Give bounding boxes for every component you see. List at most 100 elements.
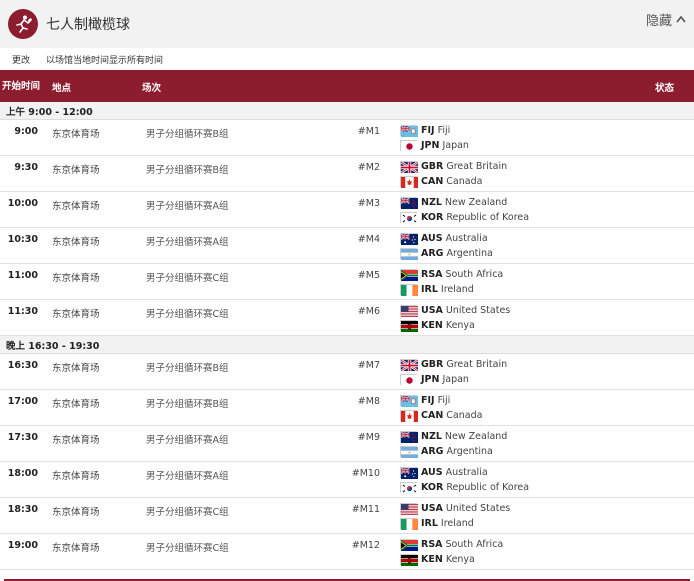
team-name: Republic of Korea [446, 211, 530, 223]
match-event: 男子分组循环赛C组 [146, 507, 229, 518]
table-row[interactable]: 18:00 东京体育场 男子分组循环赛A组 #M10 AUS Australia KOR Re… [0, 462, 694, 498]
table-row[interactable]: 17:00 东京体育场 男子分组循环赛B组 #M8 FIJ Fiji CAN Canada [0, 390, 694, 426]
table-row[interactable]: 11:00 东京体育场 男子分组循环赛C组 #M5 RSA South Africa IRL… [0, 264, 694, 300]
match-venue: 东京体育场 [52, 543, 100, 554]
table-row[interactable]: 9:00 东京体育场 男子分组循环赛B组 #M1 FIJ Fiji JPN Japan [0, 120, 694, 156]
team-code: JPN [421, 139, 440, 151]
column-header-status: 状态 [654, 83, 674, 94]
match-time: 18:30 [7, 504, 38, 515]
team-away: KOR Republic of Korea [400, 480, 529, 494]
table-row[interactable]: 10:30 东京体育场 男子分组循环赛A组 #M4 AUS Australia ARG Arg… [0, 228, 694, 264]
timezone-note: 以场馆当地时间显示所有时间 [46, 55, 164, 66]
team-code: RSA [421, 538, 443, 550]
flag-kor-icon [400, 211, 418, 224]
flag-ken-icon [400, 319, 418, 332]
match-event: 男子分组循环赛B组 [146, 363, 229, 374]
team-name: Fiji [437, 394, 451, 406]
match-event: 男子分组循环赛A组 [146, 435, 229, 446]
team-home: GBR Great Britain [400, 159, 507, 173]
flag-jpn-icon [400, 373, 418, 386]
team-code: CAN [421, 409, 444, 421]
team-code: AUS [421, 466, 443, 478]
team-name: New Zealand [444, 430, 508, 442]
flag-rsa-icon [400, 268, 418, 281]
team-away: ARG Argentina [400, 246, 493, 260]
team-name: Canada [446, 409, 483, 421]
flag-aus-icon [400, 466, 418, 479]
team-code: FIJ [421, 124, 435, 136]
team-away: IRL Ireland [400, 516, 474, 530]
match-event: 男子分组循环赛B组 [146, 399, 229, 410]
team-home: FIJ Fiji [400, 393, 450, 407]
team-code: CAN [421, 175, 444, 187]
match-venue: 东京体育场 [52, 363, 100, 374]
team-name: Great Britain [446, 358, 508, 370]
flag-kor-icon [400, 481, 418, 494]
match-event: 男子分组循环赛A组 [146, 471, 229, 482]
match-number: #M2 [357, 162, 380, 173]
team-away: CAN Canada [400, 174, 482, 188]
column-header-event: 场次 [142, 83, 162, 94]
team-name: South Africa [445, 268, 504, 280]
timezone-bar: 更改 以场馆当地时间显示所有时间 [0, 48, 694, 70]
match-venue: 东京体育场 [52, 309, 100, 320]
team-code: KOR [421, 211, 444, 223]
match-number: #M3 [357, 198, 380, 209]
table-row[interactable]: 19:00 东京体育场 男子分组循环赛C组 #M12 RSA South Africa KE… [0, 534, 694, 570]
session-header: 晚上 16:30 - 19:30 [0, 336, 694, 354]
match-number: #M10 [351, 468, 380, 479]
match-number: #M8 [357, 396, 380, 407]
team-away: JPN Japan [400, 138, 469, 152]
match-venue: 东京体育场 [52, 435, 100, 446]
match-time: 10:30 [7, 234, 38, 245]
match-time: 19:00 [7, 540, 38, 551]
match-number: #M1 [357, 126, 380, 137]
team-home: USA United States [400, 501, 510, 515]
team-name: South Africa [445, 538, 504, 550]
flag-usa-icon [400, 502, 418, 515]
hide-button[interactable]: 隐藏 [646, 10, 686, 29]
match-venue: 东京体育场 [52, 165, 100, 176]
match-time: 17:00 [7, 396, 38, 407]
match-time: 11:00 [7, 270, 38, 281]
match-time: 17:30 [7, 432, 38, 443]
match-event: 男子分组循环赛A组 [146, 201, 229, 212]
team-home: GBR Great Britain [400, 357, 507, 371]
table-row[interactable]: 11:30 东京体育场 男子分组循环赛C组 #M6 USA United States KE… [0, 300, 694, 336]
team-name: Argentina [446, 247, 493, 259]
match-number: #M9 [357, 432, 380, 443]
team-home: RSA South Africa [400, 267, 503, 281]
team-code: GBR [421, 358, 444, 370]
match-number: #M12 [351, 540, 380, 551]
team-name: Fiji [437, 124, 451, 136]
team-away: KEN Kenya [400, 552, 475, 566]
table-row[interactable]: 17:30 东京体育场 男子分组循环赛A组 #M9 NZL New Zealand ARG A… [0, 426, 694, 462]
table-row[interactable]: 18:30 东京体育场 男子分组循环赛C组 #M11 USA United States I… [0, 498, 694, 534]
table-row[interactable]: 9:30 东京体育场 男子分组循环赛B组 #M2 GBR Great Britain CAN… [0, 156, 694, 192]
flag-gbr-icon [400, 160, 418, 173]
match-venue: 东京体育场 [52, 399, 100, 410]
flag-rsa-icon [400, 538, 418, 551]
flag-nzl-icon [400, 430, 418, 443]
match-venue: 东京体育场 [52, 129, 100, 140]
session-header: 上午 9:00 - 12:00 [0, 102, 694, 120]
table-row[interactable]: 10:00 东京体育场 男子分组循环赛A组 #M3 NZL New Zealand KOR R… [0, 192, 694, 228]
match-venue: 东京体育场 [52, 471, 100, 482]
match-event: 男子分组循环赛B组 [146, 165, 229, 176]
team-code: ARG [421, 247, 444, 259]
team-away: IRL Ireland [400, 282, 474, 296]
team-code: USA [421, 304, 443, 316]
flag-arg-icon [400, 247, 418, 260]
flag-fij-icon [400, 394, 418, 407]
team-code: AUS [421, 232, 443, 244]
match-number: #M5 [357, 270, 380, 281]
flag-fij-icon [400, 124, 418, 137]
change-timezone-link[interactable]: 更改 [12, 53, 30, 66]
schedule-page: 七人制橄榄球 隐藏 更改 以场馆当地时间显示所有时间 开始时间 地点 场次 状态… [0, 0, 694, 581]
chevron-up-icon [676, 13, 686, 26]
team-name: Republic of Korea [446, 481, 530, 493]
team-name: Ireland [440, 517, 474, 529]
flag-ken-icon [400, 553, 418, 566]
table-row[interactable]: 16:30 东京体育场 男子分组循环赛B组 #M7 GBR Great Britain JP… [0, 354, 694, 390]
team-away: KEN Kenya [400, 318, 475, 332]
